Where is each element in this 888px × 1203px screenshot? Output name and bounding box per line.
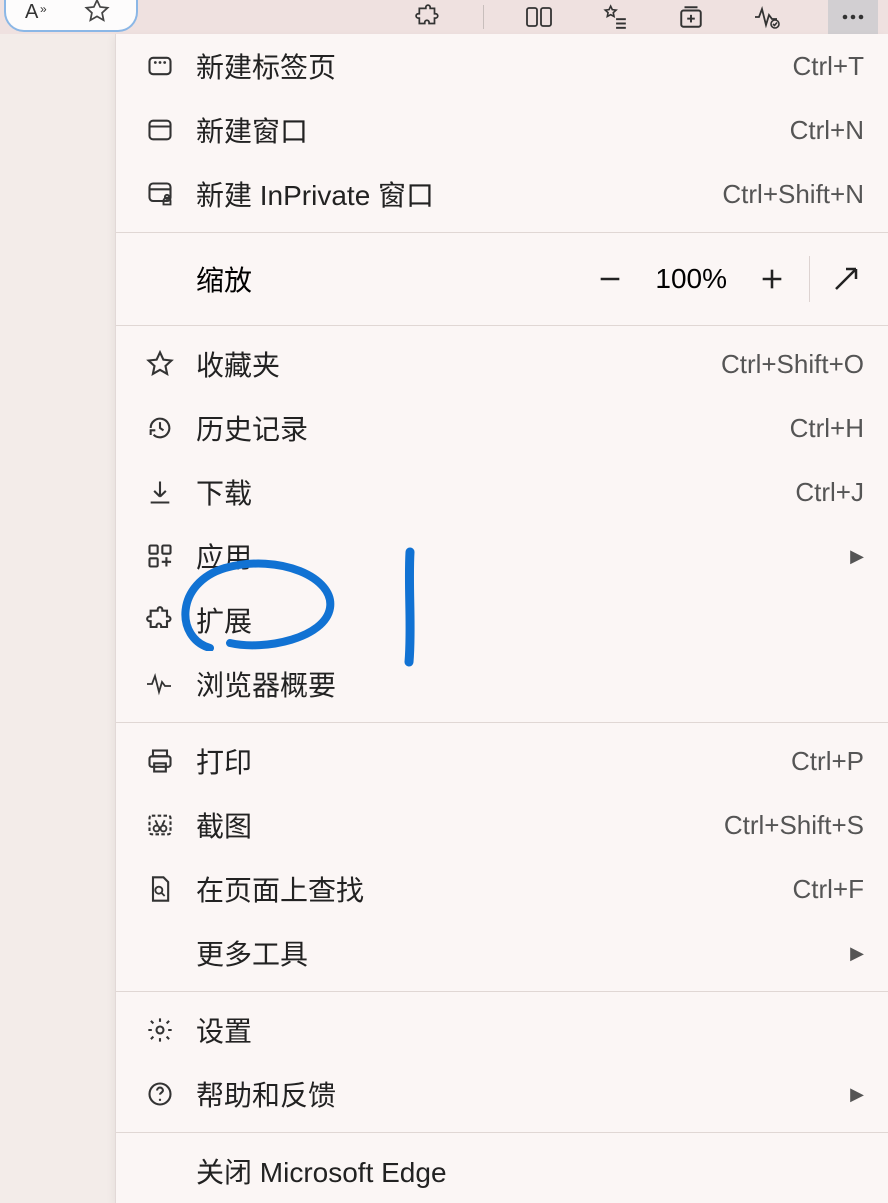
favorites-list-icon[interactable] xyxy=(600,2,630,32)
submenu-chevron-icon: ▶ xyxy=(842,1084,864,1105)
extensions-menu-icon xyxy=(140,606,180,634)
menu-label: 历史记录 xyxy=(180,408,790,448)
menu-shortcut: Ctrl+T xyxy=(793,51,865,82)
menu-label: 在页面上查找 xyxy=(180,869,793,909)
menu-shortcut: Ctrl+N xyxy=(790,115,864,146)
zoom-out-button[interactable] xyxy=(579,248,641,310)
collections-icon[interactable] xyxy=(676,2,706,32)
menu-favorites[interactable]: 收藏夹 Ctrl+Shift+O xyxy=(116,332,888,396)
menu-settings[interactable]: 设置 xyxy=(116,998,888,1062)
menu-shortcut: Ctrl+P xyxy=(791,746,864,777)
menu-shortcut: Ctrl+Shift+O xyxy=(721,349,864,380)
menu-screenshot[interactable]: 截图 Ctrl+Shift+S xyxy=(116,793,888,857)
menu-label: 下载 xyxy=(180,472,795,512)
menu-label: 新建窗口 xyxy=(180,110,790,150)
settings-icon xyxy=(140,1016,180,1044)
find-icon xyxy=(140,875,180,903)
menu-shortcut: Ctrl+J xyxy=(795,477,864,508)
menu-new-window[interactable]: 新建窗口 Ctrl+N xyxy=(116,98,888,162)
menu-label: 浏览器概要 xyxy=(180,664,864,704)
menu-zoom: 缩放 100% xyxy=(116,239,888,319)
menu-label: 打印 xyxy=(180,741,791,781)
menu-shortcut: Ctrl+Shift+N xyxy=(722,179,864,210)
browser-essentials-icon xyxy=(140,671,180,697)
menu-label: 扩展 xyxy=(180,600,864,640)
text-size-icon[interactable]: A» xyxy=(24,0,54,26)
menu-shortcut: Ctrl+H xyxy=(790,413,864,444)
more-menu-button[interactable] xyxy=(828,0,878,34)
menu-shortcut: Ctrl+Shift+S xyxy=(724,810,864,841)
favorite-star-icon[interactable] xyxy=(82,0,112,26)
zoom-value: 100% xyxy=(641,263,741,295)
submenu-chevron-icon: ▶ xyxy=(842,943,864,964)
print-icon xyxy=(140,747,180,775)
svg-text:»: » xyxy=(40,2,47,16)
menu-label: 截图 xyxy=(180,805,724,845)
help-icon xyxy=(140,1080,180,1108)
menu-divider xyxy=(116,1132,888,1133)
menu-shortcut: Ctrl+F xyxy=(793,874,865,905)
menu-label: 设置 xyxy=(180,1010,864,1050)
menu-close-edge[interactable]: 关闭 Microsoft Edge xyxy=(116,1139,888,1203)
menu-find[interactable]: 在页面上查找 Ctrl+F xyxy=(116,857,888,921)
menu-divider xyxy=(116,232,888,233)
menu-history[interactable]: 历史记录 Ctrl+H xyxy=(116,396,888,460)
toolbar-actions xyxy=(413,0,884,34)
menu-label: 应用 xyxy=(180,536,842,576)
split-screen-icon[interactable] xyxy=(524,2,554,32)
menu-divider xyxy=(116,722,888,723)
menu-divider xyxy=(116,325,888,326)
menu-print[interactable]: 打印 Ctrl+P xyxy=(116,729,888,793)
menu-new-inprivate[interactable]: 新建 InPrivate 窗口 Ctrl+Shift+N xyxy=(116,162,888,226)
settings-menu: 新建标签页 Ctrl+T 新建窗口 Ctrl+N 新建 InPrivate 窗口… xyxy=(115,34,888,1203)
extensions-icon[interactable] xyxy=(413,2,443,32)
performance-icon[interactable] xyxy=(752,2,782,32)
new-window-icon xyxy=(140,116,180,144)
menu-label: 帮助和反馈 xyxy=(180,1074,842,1114)
menu-browser-essentials[interactable]: 浏览器概要 xyxy=(116,652,888,716)
menu-new-tab[interactable]: 新建标签页 Ctrl+T xyxy=(116,34,888,98)
menu-downloads[interactable]: 下载 Ctrl+J xyxy=(116,460,888,524)
zoom-in-button[interactable] xyxy=(741,248,803,310)
menu-more-tools[interactable]: 更多工具 ▶ xyxy=(116,921,888,985)
zoom-separator xyxy=(809,256,810,302)
history-icon xyxy=(140,414,180,442)
menu-label: 更多工具 xyxy=(180,933,842,973)
downloads-icon xyxy=(140,478,180,506)
menu-label: 新建 InPrivate 窗口 xyxy=(180,174,722,214)
menu-label: 新建标签页 xyxy=(180,46,793,86)
inprivate-icon xyxy=(140,180,180,208)
zoom-label: 缩放 xyxy=(140,259,252,299)
svg-text:A: A xyxy=(25,1,39,23)
menu-extensions[interactable]: 扩展 xyxy=(116,588,888,652)
apps-icon xyxy=(140,542,180,570)
menu-label: 收藏夹 xyxy=(180,344,721,384)
toolbar-separator xyxy=(483,5,484,29)
fullscreen-button[interactable] xyxy=(816,249,876,309)
address-bar-end: A» xyxy=(4,0,138,32)
menu-divider xyxy=(116,991,888,992)
menu-help[interactable]: 帮助和反馈 ▶ xyxy=(116,1062,888,1126)
screenshot-icon xyxy=(140,811,180,839)
favorites-icon xyxy=(140,350,180,378)
submenu-chevron-icon: ▶ xyxy=(842,546,864,567)
browser-toolbar: A» xyxy=(0,0,888,34)
menu-apps[interactable]: 应用 ▶ xyxy=(116,524,888,588)
menu-label: 关闭 Microsoft Edge xyxy=(180,1151,864,1191)
new-tab-icon xyxy=(140,52,180,80)
